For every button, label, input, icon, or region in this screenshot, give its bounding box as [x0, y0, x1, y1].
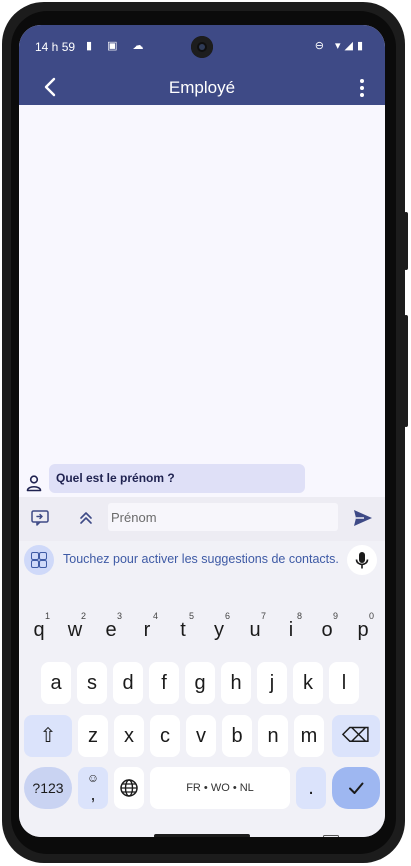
send-icon[interactable] — [353, 509, 373, 527]
key-q[interactable]: q1 — [24, 609, 54, 651]
key-a[interactable]: a — [41, 662, 71, 704]
app-bar: Employé — [19, 69, 385, 105]
apps-grid-icon[interactable] — [24, 545, 54, 575]
key-f[interactable]: f — [149, 662, 179, 704]
screen: 14 h 59 ▮ ▣ ☁ ⊖ ▾◢▮ Employé Quel est le … — [19, 25, 385, 837]
key-n[interactable]: n — [258, 715, 288, 757]
key-hint: 2 — [80, 611, 86, 621]
key-u[interactable]: u7 — [240, 609, 270, 651]
key-o[interactable]: o9 — [312, 609, 342, 651]
key-label: i — [288, 619, 294, 641]
key-label: e — [105, 619, 117, 641]
key-l[interactable]: l — [329, 662, 359, 704]
space-key[interactable]: FR • WO • NL — [150, 767, 290, 809]
key-k[interactable]: k — [293, 662, 323, 704]
backspace-key[interactable]: ⌫ — [332, 715, 380, 757]
period-key[interactable]: . — [296, 767, 326, 809]
input-mode-icon[interactable] — [31, 510, 49, 526]
key-hint: 3 — [116, 611, 122, 621]
shift-key[interactable]: ⇧ — [24, 715, 72, 757]
double-chevron-up-icon[interactable] — [79, 510, 93, 526]
more-dot-icon — [360, 93, 364, 97]
microphone-icon — [355, 552, 369, 569]
page-title: Employé — [168, 78, 236, 97]
microphone-button[interactable] — [347, 545, 377, 575]
status-time: 14 h 59 — [35, 40, 76, 54]
comma-label: , — [90, 784, 96, 804]
key-v[interactable]: v — [186, 715, 216, 757]
language-key[interactable] — [114, 767, 144, 809]
key-g[interactable]: g — [185, 662, 215, 704]
key-x[interactable]: x — [114, 715, 144, 757]
key-z[interactable]: z — [78, 715, 108, 757]
key-label: u — [249, 619, 261, 641]
key-d[interactable]: d — [113, 662, 143, 704]
key-label: p — [357, 619, 369, 641]
enter-key[interactable] — [332, 767, 380, 809]
key-label: r — [143, 619, 151, 641]
key-hint: 4 — [152, 611, 158, 621]
keyboard-switch-icon[interactable] — [323, 835, 339, 837]
chat-area — [19, 105, 385, 497]
emoji-comma-key[interactable]: ☺ , — [78, 767, 108, 809]
key-y[interactable]: y6 — [204, 609, 234, 651]
key-hint: 9 — [332, 611, 338, 621]
more-dot-icon — [360, 79, 364, 83]
more-dot-icon — [360, 86, 364, 90]
firstname-input[interactable] — [108, 503, 338, 531]
key-p[interactable]: p0 — [348, 609, 378, 651]
system-status-icons: ⊖ ▾◢▮ — [314, 40, 367, 52]
key-r[interactable]: r4 — [132, 609, 162, 651]
key-label: q — [33, 619, 45, 641]
key-s[interactable]: s — [77, 662, 107, 704]
key-label: t — [180, 619, 186, 641]
checkmark-icon — [349, 782, 364, 794]
status-bar: 14 h 59 ▮ ▣ ☁ ⊖ ▾◢▮ — [19, 25, 385, 69]
key-b[interactable]: b — [222, 715, 252, 757]
key-c[interactable]: c — [150, 715, 180, 757]
key-t[interactable]: t5 — [168, 609, 198, 651]
key-hint: 5 — [188, 611, 194, 621]
key-hint: 1 — [44, 611, 50, 621]
key-w[interactable]: w2 — [60, 609, 90, 651]
front-camera — [191, 36, 213, 58]
person-icon — [26, 475, 42, 492]
key-label: o — [321, 619, 333, 641]
gesture-nav-bar[interactable] — [154, 834, 250, 837]
key-j[interactable]: j — [257, 662, 287, 704]
globe-icon — [120, 779, 138, 797]
key-hint: 6 — [224, 611, 230, 621]
key-hint: 7 — [260, 611, 266, 621]
notification-icons: ▮ ▣ ☁ — [86, 40, 150, 52]
key-h[interactable]: h — [221, 662, 251, 704]
more-options-button[interactable] — [353, 76, 371, 98]
key-e[interactable]: e3 — [96, 609, 126, 651]
key-i[interactable]: i8 — [276, 609, 306, 651]
soft-keyboard: Touchez pour activer les suggestions de … — [19, 541, 385, 837]
symbols-key[interactable]: ?123 — [24, 767, 72, 809]
key-m[interactable]: m — [294, 715, 324, 757]
key-label: y — [214, 619, 224, 641]
key-hint: 8 — [296, 611, 302, 621]
message-input-row — [19, 497, 385, 541]
chat-message-bubble: Quel est le prénom ? — [49, 464, 305, 493]
contact-suggestions-prompt[interactable]: Touchez pour activer les suggestions de … — [63, 552, 339, 566]
key-hint: 0 — [368, 611, 374, 621]
key-label: w — [67, 619, 83, 641]
